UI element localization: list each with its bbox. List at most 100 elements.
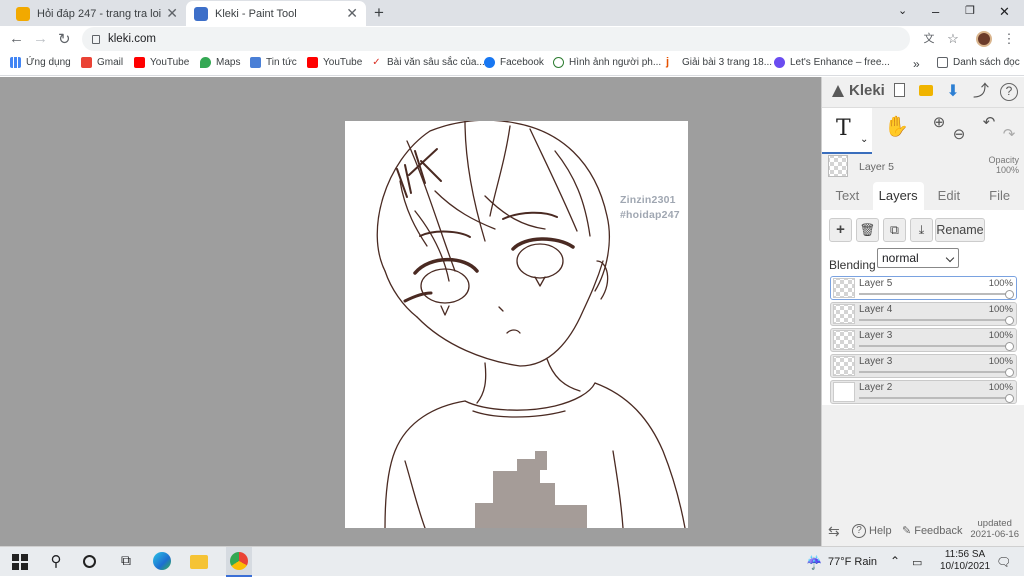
tab-file[interactable]: File <box>974 182 1024 210</box>
clock[interactable]: 11:56 SA 10/10/2021 <box>940 549 990 573</box>
slider-knob[interactable] <box>1005 394 1014 403</box>
close-tab-icon[interactable]: ✕ <box>346 6 358 20</box>
tab-text[interactable]: Text <box>822 182 873 210</box>
tab-search-icon[interactable]: ⌄ <box>898 4 907 17</box>
delete-layer-button[interactable]: 🗑 <box>856 218 879 242</box>
layer-opacity-slider[interactable] <box>859 319 1010 321</box>
bookmark-apps[interactable]: Ứng dụng <box>10 57 71 68</box>
slider-knob[interactable] <box>1005 290 1014 299</box>
tab-hoidap247[interactable]: Hỏi đáp 247 - trang tra loi ✕ <box>8 1 186 26</box>
help-circle-icon[interactable]: ? <box>1000 83 1018 101</box>
redo-icon[interactable]: ↷ <box>1000 126 1018 144</box>
layer-item[interactable]: Layer 5 100% <box>830 276 1017 300</box>
zoom-in-icon[interactable]: ⊕ <box>930 114 948 132</box>
text-tool-button[interactable]: T ⌄ <box>822 108 872 154</box>
slider-knob[interactable] <box>1005 316 1014 325</box>
battery-icon[interactable]: ▭ <box>912 556 922 569</box>
layer-item[interactable]: Layer 4 100% <box>830 302 1017 326</box>
reading-list-button[interactable]: Danh sách đọc <box>937 57 1020 68</box>
bookmark-hinh-anh[interactable]: Hình ảnh người ph... <box>553 57 661 68</box>
windows-start-icon[interactable] <box>10 552 30 572</box>
address-bar[interactable]: kleki.com <box>82 27 910 51</box>
close-window-icon[interactable]: ✕ <box>999 4 1010 20</box>
layer-item[interactable]: Layer 3 100% <box>830 328 1017 352</box>
tab-layers[interactable]: Layers <box>872 182 924 210</box>
notifications-icon[interactable]: 🗨 <box>996 555 1011 569</box>
layer-name: Layer 2 <box>859 382 893 393</box>
layer-item[interactable]: Layer 3 100% <box>830 354 1017 378</box>
bookmark-youtube[interactable]: YouTube <box>134 57 189 68</box>
bookmark-star-icon[interactable]: ☆ <box>946 32 960 46</box>
facebook-icon <box>484 57 495 68</box>
bookmark-youtube-2[interactable]: YouTube <box>307 57 362 68</box>
translate-icon[interactable]: 文 <box>922 32 936 46</box>
new-tab-button[interactable]: + <box>374 3 384 23</box>
tab-edit[interactable]: Edit <box>924 182 975 210</box>
layer-opacity-slider[interactable] <box>859 293 1010 295</box>
help-button[interactable]: ? Help <box>852 524 892 538</box>
watermark-username: Zinzin2301 <box>620 194 676 206</box>
task-view-icon[interactable]: ⧉ <box>116 552 136 572</box>
rename-layer-button[interactable]: Rename <box>935 218 985 242</box>
reading-list-icon <box>937 57 948 68</box>
add-layer-button[interactable]: + <box>829 218 852 242</box>
search-icon[interactable]: ⚲ <box>46 552 66 572</box>
open-folder-icon[interactable] <box>917 83 935 101</box>
bookmark-facebook[interactable]: Facebook <box>484 57 544 68</box>
close-tab-icon[interactable]: ✕ <box>166 6 178 20</box>
chrome-taskbar-icon[interactable] <box>226 547 252 577</box>
bookmark-lets-enhance[interactable]: Let's Enhance – free... <box>774 57 890 68</box>
menu-kebab-icon[interactable]: ⋮ <box>1002 32 1016 46</box>
forward-icon[interactable]: → <box>33 30 48 47</box>
tab-kleki[interactable]: Kleki - Paint Tool ✕ <box>186 1 366 26</box>
checkmark-icon: ✓ <box>371 57 382 68</box>
file-explorer-icon[interactable] <box>190 552 210 572</box>
bookmark-news[interactable]: Tin tức <box>250 57 297 68</box>
bookmark-giai-bai[interactable]: j Giải bài 3 trang 18... <box>666 57 772 68</box>
undo-icon[interactable]: ↶ <box>980 114 998 132</box>
swap-side-icon[interactable]: ⇆ <box>828 523 840 540</box>
hoidap247-favicon-icon <box>16 6 30 21</box>
profile-avatar[interactable] <box>976 31 992 47</box>
lock-icon <box>92 34 100 44</box>
layer-item[interactable]: Layer 2 100% <box>830 380 1017 404</box>
reload-icon[interactable]: ↻ <box>58 30 71 48</box>
minimize-icon[interactable]: – <box>932 4 939 19</box>
merge-layer-button[interactable]: ⤓ <box>910 218 933 242</box>
layer-opacity: 100% <box>988 278 1013 289</box>
feedback-button[interactable]: ✎ Feedback <box>902 524 963 538</box>
bookmark-maps[interactable]: Maps <box>200 57 240 68</box>
cortana-icon[interactable] <box>80 552 100 572</box>
weather-text[interactable]: 77°F Rain <box>828 556 877 568</box>
more-bookmarks-button[interactable]: » <box>913 57 920 71</box>
blending-select[interactable]: normal <box>877 248 959 268</box>
layer-opacity-slider[interactable] <box>859 371 1010 373</box>
restore-icon[interactable]: ❐ <box>965 4 975 17</box>
new-image-icon[interactable] <box>890 83 908 101</box>
canvas-viewport[interactable]: Zinzin2301 #hoidap247 <box>0 77 821 546</box>
zoom-out-icon[interactable]: ⊖ <box>950 126 968 144</box>
layer-thumb <box>833 278 855 298</box>
blending-value: normal <box>882 251 919 265</box>
slider-knob[interactable] <box>1005 342 1014 351</box>
drawing-canvas[interactable]: Zinzin2301 #hoidap247 <box>345 121 688 528</box>
duplicate-layer-button[interactable]: ⧉ <box>883 218 906 242</box>
updated-date: 2021-06-16 <box>970 529 1019 540</box>
edge-icon[interactable] <box>153 552 173 572</box>
download-icon[interactable]: ⬇ <box>944 83 962 101</box>
panel-tabs: Text Layers Edit File <box>822 182 1024 210</box>
layer-thumb <box>833 356 855 376</box>
layer-opacity-slider[interactable] <box>859 345 1010 347</box>
text-tool-icon: T <box>836 116 851 141</box>
tool-row: T ⌄ ✋ ⊕ ⊖ ↶ ↷ <box>822 107 1024 154</box>
bookmark-label: YouTube <box>323 57 363 68</box>
slider-knob[interactable] <box>1005 368 1014 377</box>
bookmark-bai-van[interactable]: ✓ Bài văn sâu sắc của... <box>371 57 485 68</box>
layer-opacity-slider[interactable] <box>859 397 1010 399</box>
bookmark-gmail[interactable]: Gmail <box>81 57 123 68</box>
weather-rain-icon: ☔ <box>806 555 823 570</box>
back-icon[interactable]: ← <box>9 30 24 47</box>
hand-tool-icon[interactable]: ✋ <box>884 117 909 142</box>
share-icon[interactable]: ⤴ <box>972 83 990 101</box>
show-hidden-icons-icon[interactable]: ⌃ <box>890 554 900 568</box>
